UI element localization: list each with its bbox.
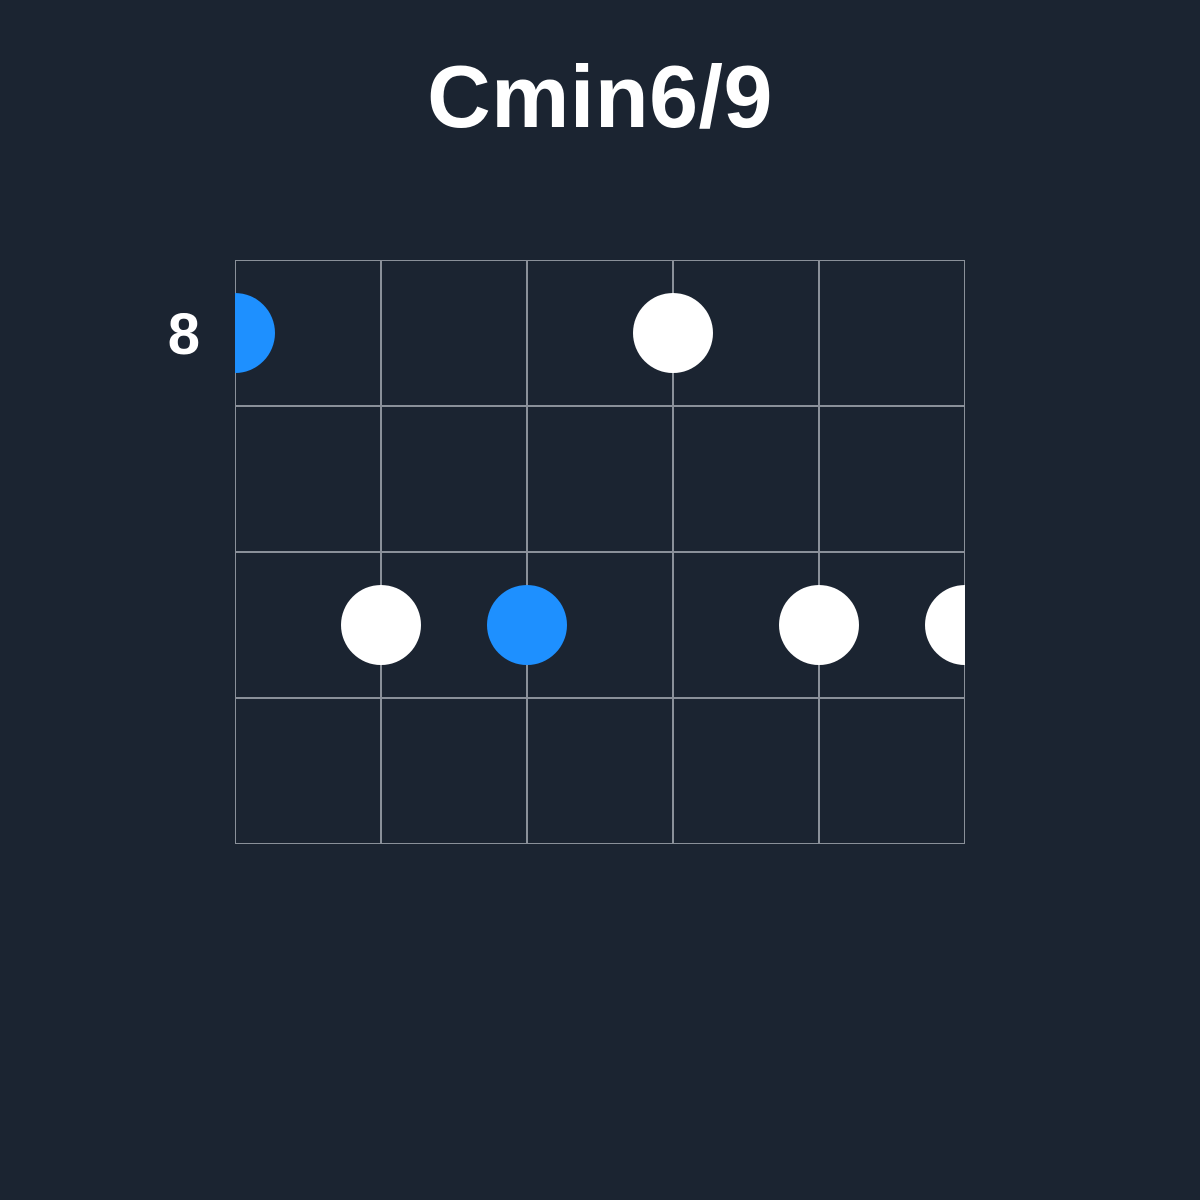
note-dot — [779, 585, 859, 665]
root-note-dot — [487, 585, 567, 665]
note-dot — [925, 585, 965, 665]
chord-title: Cmin6/9 — [0, 46, 1200, 148]
fretboard-svg — [235, 260, 965, 844]
root-note-dot — [235, 293, 275, 373]
note-dot — [341, 585, 421, 665]
chord-diagram: 8 — [235, 260, 965, 1050]
starting-fret-label: 8 — [120, 301, 200, 368]
note-dot — [633, 293, 713, 373]
